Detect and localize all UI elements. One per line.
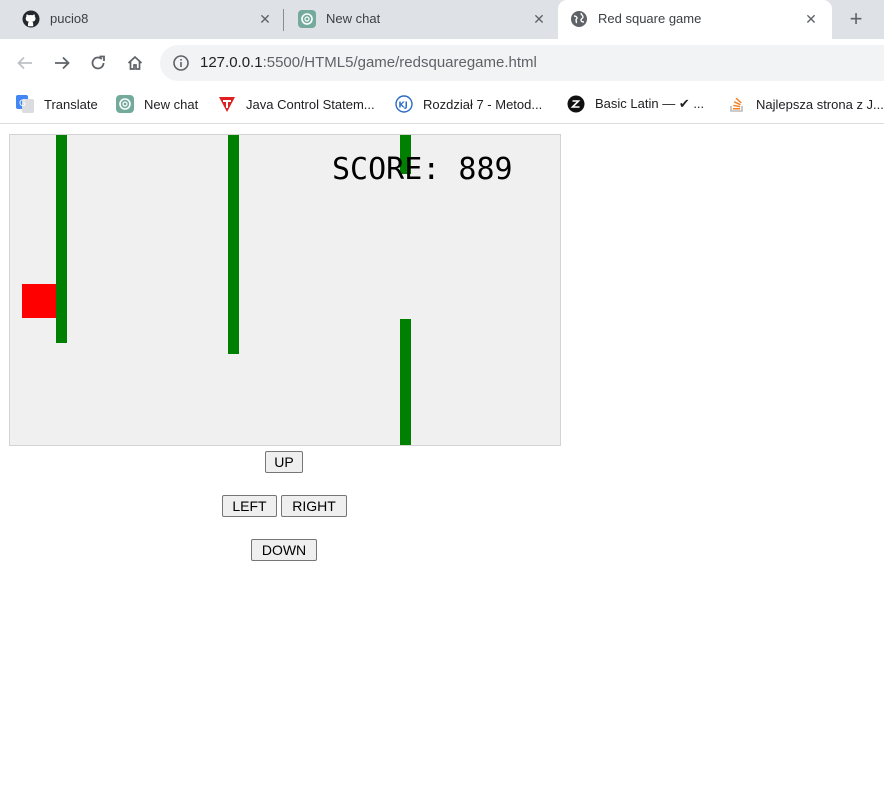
bookmark-new-chat[interactable]: New chat — [116, 94, 198, 114]
compart-icon — [567, 95, 585, 113]
url-host: 127.0.0.1 — [200, 54, 263, 71]
bookmark-label: Rozdział 7 - Metod... — [423, 96, 543, 112]
new-tab-icon[interactable]: + — [844, 6, 868, 31]
bookmark-najlepsza[interactable]: Najlepsza strona z J... — [728, 94, 884, 114]
red-square-player — [22, 284, 56, 318]
url-path: :5500/HTML5/game/redsquaregame.html — [262, 54, 537, 71]
tab-title: Red square game — [598, 11, 702, 26]
obstacle-top — [228, 135, 239, 354]
tab-strip: pucio8 ✕ New chat ✕ Red square game ✕ + — [0, 0, 884, 39]
right-button[interactable]: RIGHT — [281, 495, 347, 517]
chatgpt-icon — [298, 10, 316, 28]
url-text[interactable]: 127.0.0.1:5500/HTML5/game/redsquaregame.… — [200, 54, 537, 71]
svg-text:G: G — [19, 99, 26, 109]
google-translate-icon: G — [16, 95, 34, 113]
tab-title: pucio8 — [50, 11, 89, 26]
tpoint-icon — [218, 95, 236, 113]
bookmark-java-control[interactable]: Java Control Statem... — [218, 94, 375, 114]
down-button[interactable]: DOWN — [251, 539, 317, 561]
svg-text:KJ: KJ — [399, 101, 408, 110]
globe-icon — [570, 10, 588, 28]
home-icon[interactable] — [123, 51, 147, 75]
bookmark-rozdzial[interactable]: KJ Rozdział 7 - Metod... — [395, 94, 542, 114]
obstacle-top — [56, 135, 67, 343]
up-button[interactable]: UP — [265, 451, 303, 473]
address-bar[interactable]: 127.0.0.1:5500/HTML5/game/redsquaregame.… — [160, 45, 884, 81]
github-icon — [22, 10, 40, 28]
close-tab-icon[interactable]: ✕ — [802, 10, 820, 28]
browser-toolbar: 127.0.0.1:5500/HTML5/game/redsquaregame.… — [0, 39, 884, 87]
bookmark-label: Basic Latin — ✔ ... — [595, 96, 705, 111]
tab-title: New chat — [326, 11, 381, 26]
bookmarks-bar: G Translate New chat Java Control Statem… — [0, 87, 884, 124]
obstacle-bottom — [400, 319, 411, 445]
reload-icon[interactable] — [86, 51, 110, 75]
stackoverflow-icon — [728, 95, 746, 113]
tab-red-square-game[interactable]: Red square game ✕ — [558, 0, 832, 39]
left-button[interactable]: LEFT — [222, 495, 277, 517]
bookmark-label: Java Control Statem... — [246, 96, 375, 112]
score-text: SCORE: 889 — [332, 152, 513, 187]
bookmark-label: Translate — [44, 96, 98, 112]
close-tab-icon[interactable]: ✕ — [256, 10, 274, 28]
kj-icon: KJ — [395, 95, 413, 113]
chatgpt-icon — [116, 95, 134, 113]
site-info-icon[interactable] — [172, 54, 190, 72]
close-tab-icon[interactable]: ✕ — [530, 10, 548, 28]
tab-pucio8[interactable]: pucio8 ✕ — [8, 0, 284, 39]
forward-arrow-icon[interactable] — [50, 51, 74, 75]
bookmark-translate[interactable]: G Translate — [16, 94, 98, 114]
bookmark-label: Najlepsza strona z J... — [756, 96, 884, 112]
game-canvas: SCORE: 889 — [9, 134, 561, 446]
bookmark-basic-latin[interactable]: Basic Latin — ✔ ... — [567, 94, 704, 114]
bookmark-label: New chat — [144, 96, 199, 112]
tab-new-chat[interactable]: New chat ✕ — [284, 0, 558, 39]
back-arrow-icon[interactable] — [13, 51, 37, 75]
